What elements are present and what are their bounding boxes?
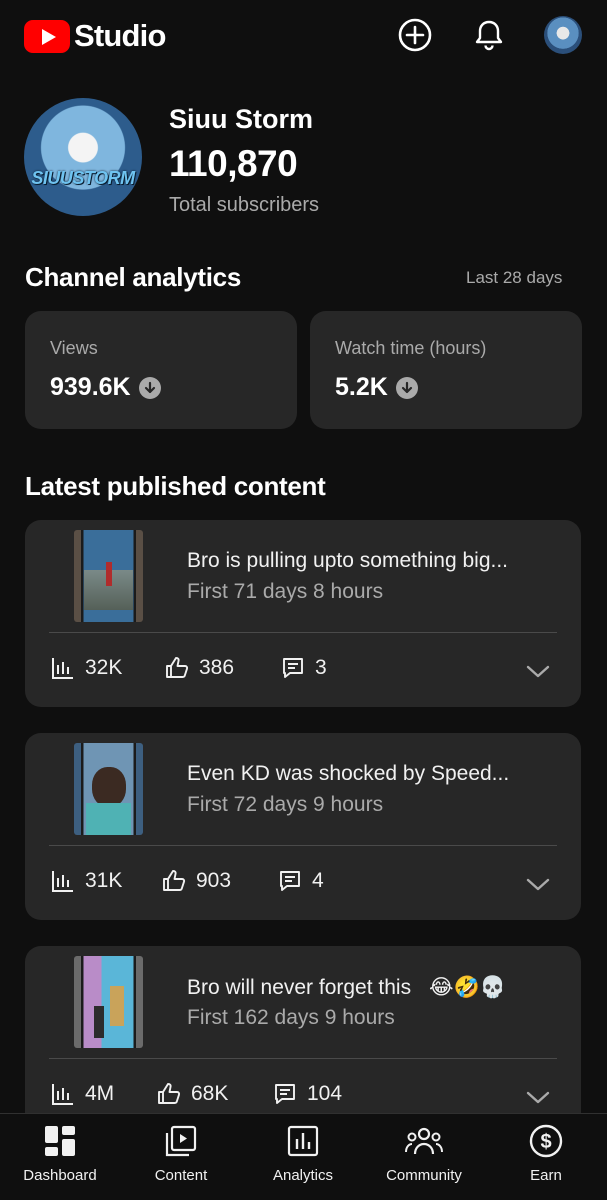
comment-icon bbox=[275, 1084, 295, 1104]
content-card[interactable]: Bro is pulling upto something big... Fir… bbox=[25, 520, 581, 707]
video-subtitle: First 72 days 9 hours bbox=[187, 793, 384, 816]
earn-icon: $ bbox=[527, 1122, 565, 1160]
studio-logo[interactable]: Studio bbox=[24, 18, 166, 54]
video-title: Even KD was shocked by Speed... bbox=[187, 762, 510, 785]
comments-count: 4 bbox=[312, 869, 324, 892]
bar-chart-icon bbox=[52, 871, 73, 892]
views-number: 939.6K bbox=[50, 373, 131, 401]
subscriber-count: 110,870 bbox=[169, 143, 298, 184]
top-bar: Studio bbox=[0, 0, 607, 72]
views-count: 4M bbox=[85, 1082, 115, 1105]
likes-stat: 68K bbox=[157, 1082, 228, 1106]
views-card[interactable]: Views 939.6K bbox=[25, 311, 297, 429]
svg-text:$: $ bbox=[540, 1131, 551, 1153]
video-title-emoji: 😂🤣💀 bbox=[428, 976, 506, 999]
nav-label: Community bbox=[386, 1167, 462, 1184]
video-stats: 4M 68K 104 bbox=[49, 1082, 557, 1112]
content-card[interactable]: Even KD was shocked by Speed... First 72… bbox=[25, 733, 581, 920]
analytics-title: Channel analytics bbox=[25, 262, 241, 292]
plus-circle-icon bbox=[398, 18, 432, 52]
chevron-down-icon[interactable] bbox=[525, 871, 551, 897]
divider bbox=[49, 632, 557, 633]
dashboard-icon bbox=[41, 1122, 79, 1160]
subscriber-label: Total subscribers bbox=[169, 194, 320, 216]
channel-name: Siuu Storm bbox=[169, 104, 314, 134]
latest-content-title: Latest published content bbox=[25, 471, 326, 501]
bar-chart-icon bbox=[52, 1084, 73, 1105]
bar-chart-icon bbox=[52, 658, 73, 679]
video-title-text: Bro will never forget this bbox=[187, 976, 412, 999]
views-stat: 4M bbox=[51, 1082, 114, 1106]
analytics-range: Last 28 days bbox=[466, 268, 563, 287]
video-thumbnail[interactable] bbox=[74, 956, 143, 1048]
video-stats: 31K 903 4 bbox=[49, 869, 557, 899]
comments-stat: 4 bbox=[278, 869, 324, 893]
nav-label: Analytics bbox=[272, 1167, 334, 1184]
logo-text: Studio bbox=[74, 18, 166, 53]
nav-label: Dashboard bbox=[23, 1167, 97, 1184]
avatar-brand-text: SIUUSTORM bbox=[31, 168, 135, 188]
video-thumbnail[interactable] bbox=[74, 743, 143, 835]
comments-stat: 104 bbox=[273, 1082, 342, 1106]
watch-time-value: 5.2K bbox=[335, 373, 418, 402]
comment-icon bbox=[283, 658, 303, 678]
comments-stat: 3 bbox=[281, 656, 327, 680]
likes-count: 386 bbox=[199, 656, 235, 679]
channel-avatar: SIUUSTORM bbox=[24, 98, 142, 216]
likes-stat: 386 bbox=[165, 656, 234, 680]
account-avatar[interactable] bbox=[544, 16, 582, 54]
views-stat: 32K bbox=[51, 656, 122, 680]
likes-count: 903 bbox=[196, 869, 232, 892]
nav-content[interactable]: Content bbox=[121, 1122, 241, 1184]
bottom-nav: Dashboard Content Analytics Community $ … bbox=[0, 1113, 607, 1200]
views-stat: 31K bbox=[51, 869, 122, 893]
video-title: Bro will never forget this 😂🤣💀 bbox=[187, 975, 506, 1000]
notifications-button[interactable] bbox=[470, 16, 508, 54]
bell-icon bbox=[475, 20, 503, 51]
down-arrow-icon bbox=[395, 376, 418, 399]
content-icon bbox=[162, 1122, 200, 1160]
video-subtitle: First 71 days 8 hours bbox=[187, 580, 384, 603]
likes-count: 68K bbox=[191, 1082, 229, 1105]
divider bbox=[49, 845, 557, 846]
likes-stat: 903 bbox=[162, 869, 231, 893]
nav-community[interactable]: Community bbox=[364, 1122, 484, 1184]
watch-time-number: 5.2K bbox=[335, 373, 388, 401]
nav-dashboard[interactable]: Dashboard bbox=[0, 1122, 120, 1184]
down-arrow-icon bbox=[138, 376, 161, 399]
watch-time-card[interactable]: Watch time (hours) 5.2K bbox=[310, 311, 582, 429]
community-icon bbox=[405, 1122, 443, 1160]
analytics-icon bbox=[284, 1122, 322, 1160]
watch-time-label: Watch time (hours) bbox=[335, 338, 487, 358]
comments-count: 104 bbox=[307, 1082, 343, 1105]
nav-earn[interactable]: $ Earn bbox=[486, 1122, 606, 1184]
nav-label: Content bbox=[154, 1167, 208, 1184]
views-value: 939.6K bbox=[50, 373, 161, 402]
content-card[interactable]: Bro will never forget this 😂🤣💀 First 162… bbox=[25, 946, 581, 1133]
video-thumbnail[interactable] bbox=[74, 530, 143, 622]
views-count: 31K bbox=[85, 869, 123, 892]
views-label: Views bbox=[50, 338, 98, 358]
video-title: Bro is pulling upto something big... bbox=[187, 549, 509, 572]
thumbs-up-icon bbox=[158, 1083, 181, 1104]
chevron-down-icon[interactable] bbox=[525, 658, 551, 684]
create-button[interactable] bbox=[396, 16, 434, 54]
comments-count: 3 bbox=[315, 656, 327, 679]
thumbs-up-icon bbox=[163, 870, 186, 891]
views-count: 32K bbox=[85, 656, 123, 679]
nav-label: Earn bbox=[530, 1167, 562, 1184]
comment-icon bbox=[280, 871, 300, 891]
divider bbox=[49, 1058, 557, 1059]
video-subtitle: First 162 days 9 hours bbox=[187, 1006, 395, 1029]
video-stats: 32K 386 3 bbox=[49, 656, 557, 686]
nav-analytics[interactable]: Analytics bbox=[243, 1122, 363, 1184]
chevron-down-icon[interactable] bbox=[525, 1084, 551, 1110]
youtube-play-icon bbox=[24, 19, 70, 53]
thumbs-up-icon bbox=[166, 657, 189, 678]
